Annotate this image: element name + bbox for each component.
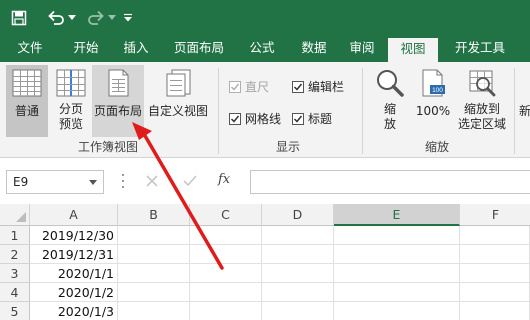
excel-window: 文件 开始 插入 页面布局 公式 数据 审阅 视图 开发工具 普通 分页 预览 <box>0 0 530 320</box>
annotation-arrow <box>132 122 224 270</box>
